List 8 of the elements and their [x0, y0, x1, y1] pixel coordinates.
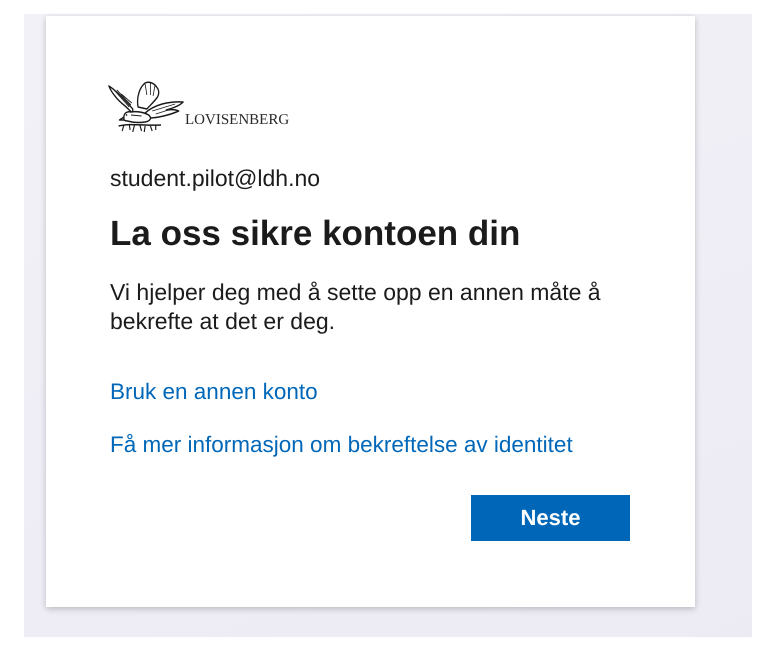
- help-link[interactable]: Bruk en annen konto: [110, 378, 318, 406]
- brand-name: LOVISENBERG: [185, 112, 290, 128]
- help-link[interactable]: Få mer informasjon om bekreftelse av identitet: [110, 431, 573, 459]
- description-text: Vi hjelper deg med å sette opp en annen måte å bekrefte at det er deg.: [110, 278, 602, 336]
- page-title: La oss sikre kontoen din: [110, 213, 520, 255]
- account-email: student.pilot@ldh.no: [110, 164, 320, 192]
- bird-icon: [108, 81, 184, 135]
- next-button[interactable]: Neste: [471, 495, 630, 541]
